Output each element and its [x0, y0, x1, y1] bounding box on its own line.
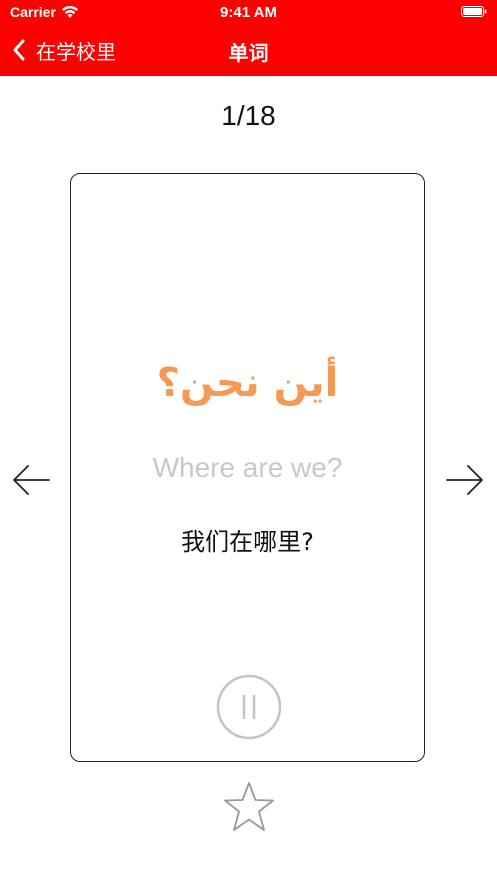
arabic-phrase: أين نحن؟: [156, 360, 339, 406]
battery-icon: [461, 6, 487, 17]
page-title: 单词: [228, 41, 269, 65]
nav-bar: 在学校里 单词: [0, 25, 497, 76]
arrow-right-icon[interactable]: [445, 460, 485, 500]
flashcard[interactable]: أين نحن؟ Where are we? 我们在哪里?: [70, 173, 425, 762]
status-bar: Carrier 9:41 AM: [0, 0, 497, 25]
pause-icon[interactable]: [216, 674, 282, 740]
star-outline-icon[interactable]: [219, 780, 279, 835]
status-time: 9:41 AM: [220, 4, 277, 21]
chinese-translation: 我们在哪里?: [181, 528, 314, 556]
english-translation: Where are we?: [152, 452, 343, 483]
progress-counter: 1/18: [221, 100, 276, 131]
arrow-left-icon[interactable]: [11, 460, 51, 500]
